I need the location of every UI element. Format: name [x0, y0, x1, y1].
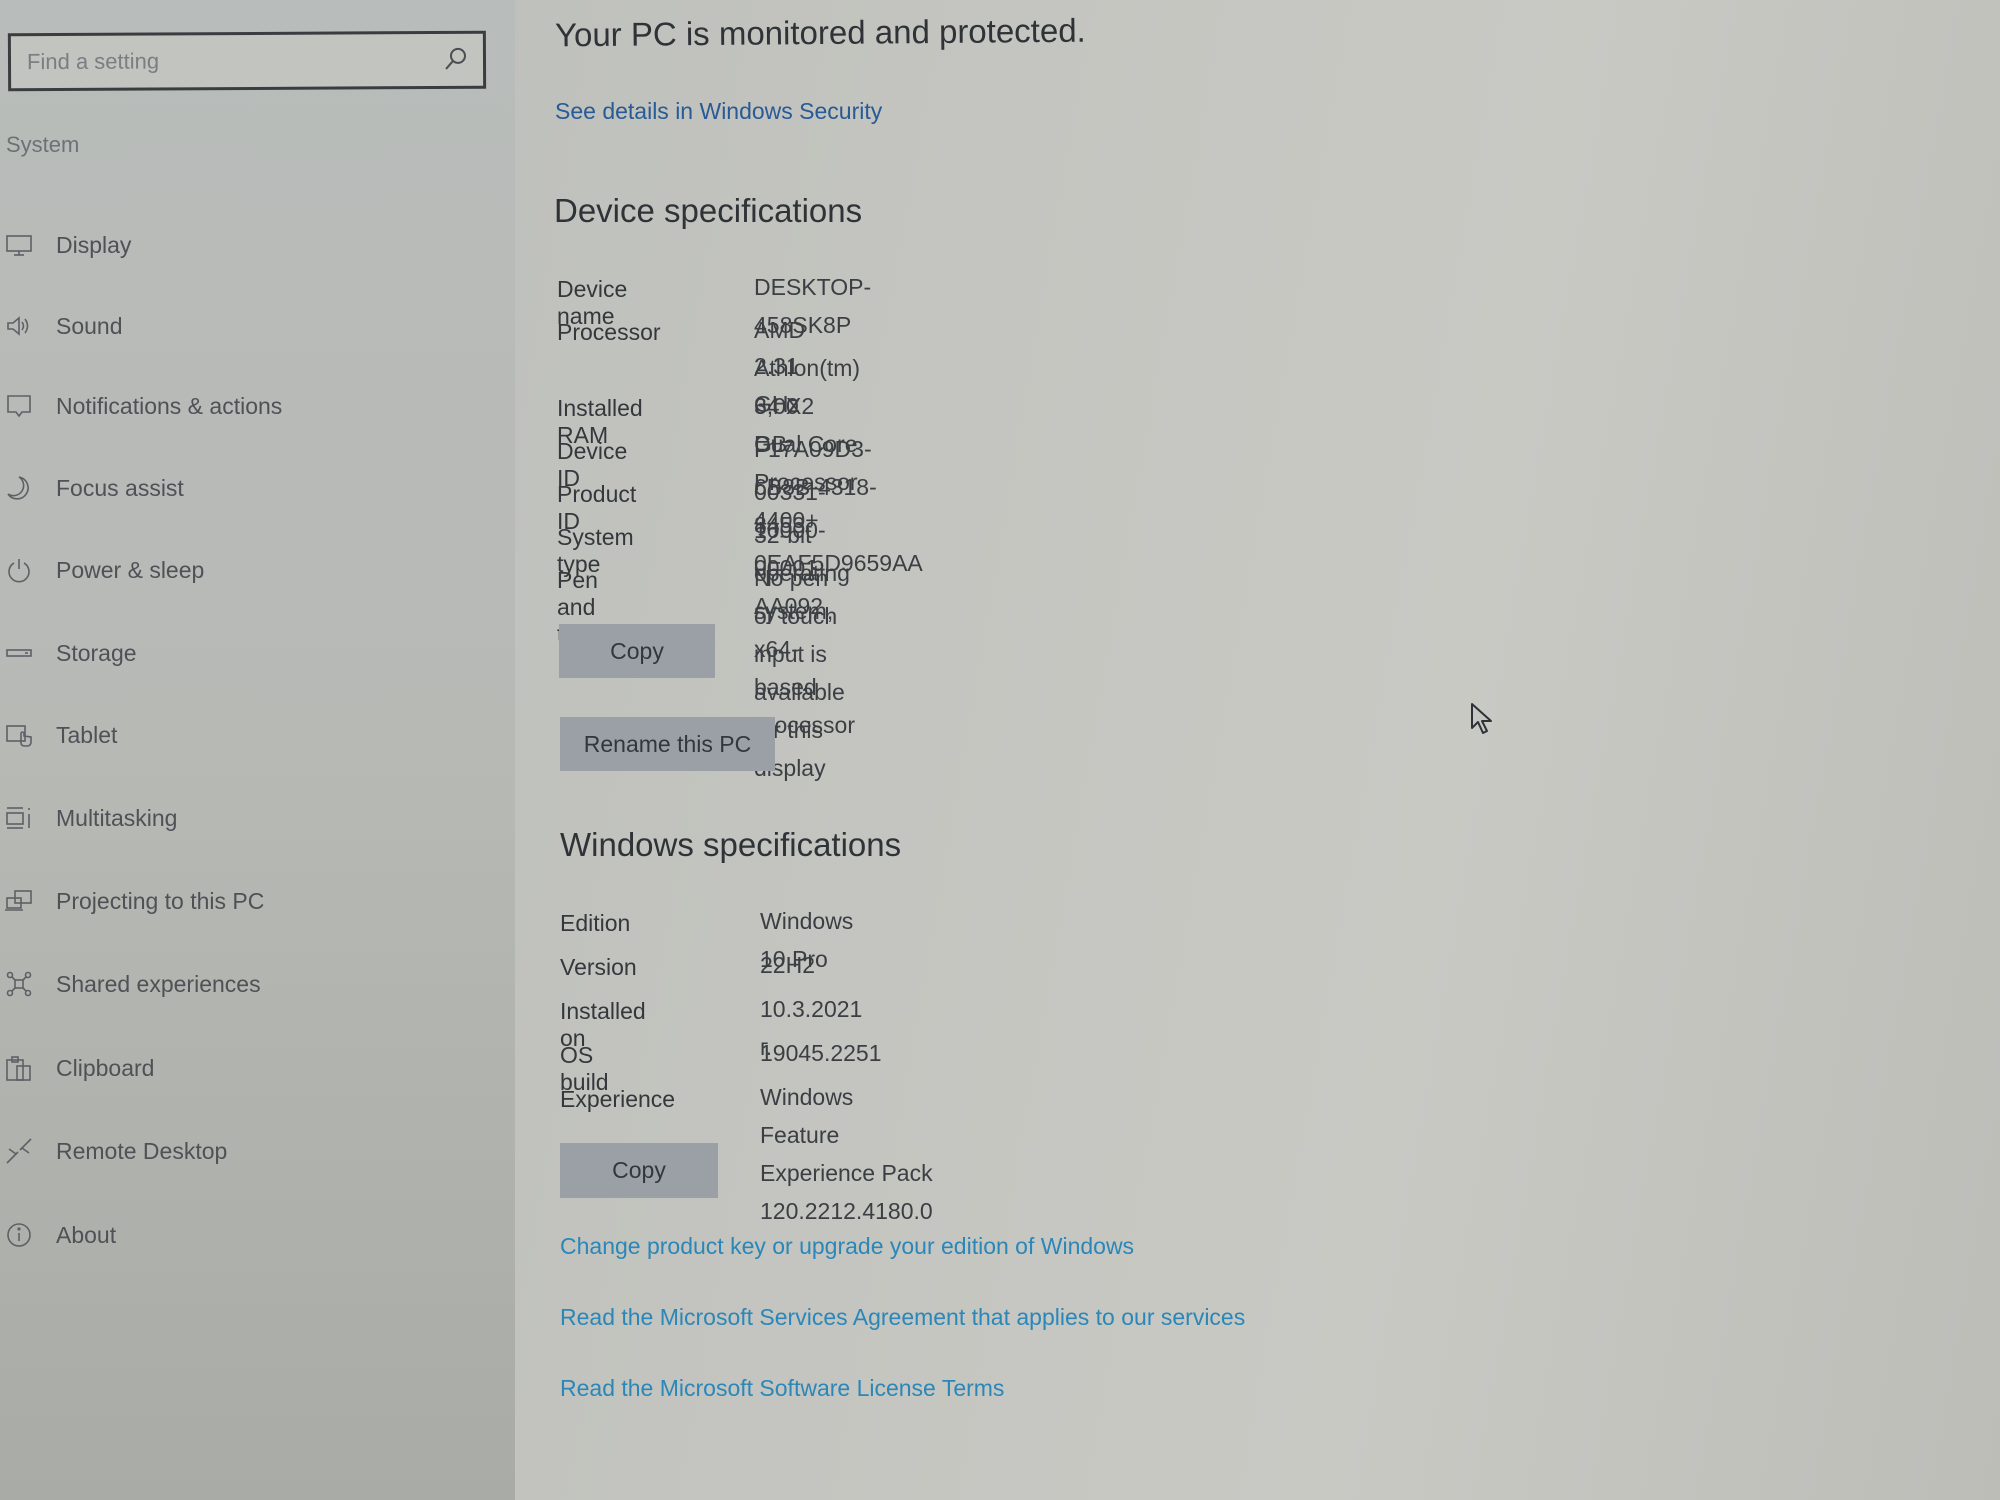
clipboard-icon [2, 1051, 36, 1085]
search-box[interactable] [7, 30, 487, 92]
sidebar-item-label: Focus assist [56, 474, 184, 501]
sidebar-item-label: Storage [56, 639, 137, 666]
device-specs-heading: Device specifications [554, 192, 863, 229]
spec-value: 22H2 [760, 952, 815, 978]
sidebar-item-tablet[interactable]: Tablet [0, 710, 480, 760]
tablet-icon [2, 718, 36, 752]
speaker-icon [2, 309, 36, 343]
projecting-icon [2, 884, 36, 918]
moon-icon [2, 471, 36, 505]
sidebar-item-label: Notifications & actions [56, 392, 283, 419]
power-icon [2, 553, 36, 587]
spec-key: Processor [557, 319, 661, 345]
sidebar-item-shared-experiences[interactable]: Shared experiences [0, 959, 480, 1009]
copy-device-specs-button[interactable]: Copy [559, 624, 715, 678]
sidebar-item-sound[interactable]: Sound [0, 301, 480, 351]
info-icon [2, 1218, 36, 1252]
sidebar-item-storage[interactable]: Storage [0, 628, 480, 678]
sidebar-item-notifications[interactable]: Notifications & actions [0, 381, 480, 431]
sidebar-item-label: Multitasking [56, 804, 178, 831]
sidebar-item-label: Shared experiences [56, 970, 261, 997]
monitor-icon [2, 228, 36, 262]
change-product-key-link[interactable]: Change product key or upgrade your editi… [560, 1233, 1134, 1260]
sidebar-item-label: Sound [56, 312, 123, 339]
section-heading: System [6, 132, 80, 157]
windows-specs-heading: Windows specifications [560, 826, 902, 863]
multitasking-icon [2, 801, 36, 835]
mouse-cursor-icon [1471, 703, 1492, 734]
settings-sidebar: System Display Sound Notifications & act… [0, 0, 515, 1500]
sidebar-item-label: Clipboard [56, 1054, 155, 1081]
rename-pc-button[interactable]: Rename this PC [560, 717, 775, 771]
sidebar-item-focus-assist[interactable]: Focus assist [0, 463, 480, 513]
notification-icon [2, 389, 36, 423]
services-agreement-link[interactable]: Read the Microsoft Services Agreement th… [560, 1304, 1245, 1331]
spec-key: Version [560, 954, 637, 980]
sidebar-item-about[interactable]: About [0, 1210, 480, 1260]
sidebar-item-power-sleep[interactable]: Power & sleep [0, 545, 480, 595]
sidebar-item-clipboard[interactable]: Clipboard [0, 1043, 480, 1093]
sidebar-item-label: Remote Desktop [56, 1137, 228, 1164]
about-page: Your PC is monitored and protected. See … [515, 0, 2000, 1500]
search-icon[interactable] [443, 46, 469, 72]
spec-key: Experience [560, 1086, 676, 1112]
protection-status: Your PC is monitored and protected. [554, 11, 1086, 54]
spec-value: Windows Feature Experience Pack 120.2212… [760, 1084, 933, 1224]
windows-security-link[interactable]: See details in Windows Security [555, 98, 882, 125]
license-terms-link[interactable]: Read the Microsoft Software License Term… [560, 1375, 1004, 1402]
sidebar-item-label: About [56, 1221, 117, 1248]
sidebar-item-display[interactable]: Display [0, 220, 480, 270]
remote-desktop-icon [2, 1134, 36, 1168]
copy-windows-specs-button[interactable]: Copy [560, 1143, 718, 1198]
sidebar-item-multitasking[interactable]: Multitasking [0, 793, 480, 843]
sidebar-item-label: Display [56, 231, 132, 258]
sidebar-item-projecting[interactable]: Projecting to this PC [0, 876, 480, 926]
sidebar-item-remote-desktop[interactable]: Remote Desktop [0, 1126, 480, 1176]
sidebar-item-label: Tablet [56, 721, 118, 748]
shared-icon [2, 967, 36, 1001]
search-input[interactable] [26, 47, 428, 76]
sidebar-item-label: Projecting to this PC [56, 887, 265, 914]
spec-value: 19045.2251 [760, 1040, 882, 1066]
sidebar-item-label: Power & sleep [56, 556, 205, 583]
storage-icon [2, 636, 36, 670]
spec-key: Edition [560, 910, 631, 936]
